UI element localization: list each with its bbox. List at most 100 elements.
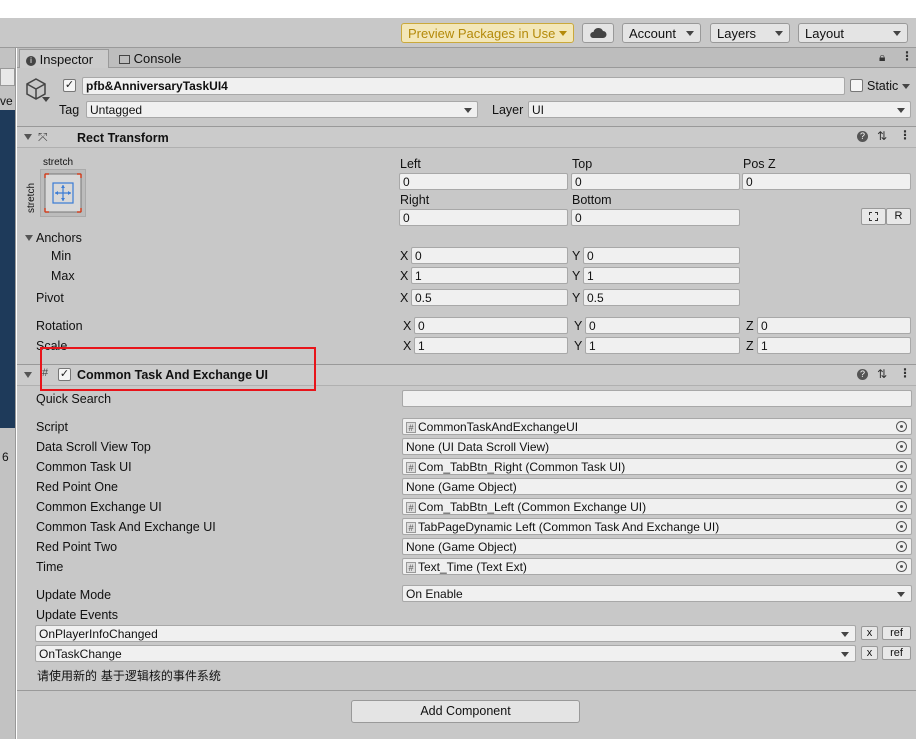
gameobject-name-input[interactable]: pfb&AnniversaryTaskUI4 — [82, 77, 845, 95]
help-icon[interactable]: ? — [857, 131, 868, 142]
anchor-preset-button[interactable] — [40, 169, 86, 217]
rot-z-axis-label: Z — [746, 319, 754, 333]
object-picker-icon[interactable] — [896, 561, 907, 572]
object-picker-icon[interactable] — [896, 441, 907, 452]
event-ref-button[interactable]: ref — [882, 646, 911, 660]
event-remove-button[interactable]: x — [861, 626, 878, 640]
rot-x-axis-label: X — [403, 319, 412, 333]
left-panel-text: ve — [0, 94, 13, 108]
chevron-down-icon — [841, 632, 849, 637]
object-picker-icon[interactable] — [896, 501, 907, 512]
account-dropdown[interactable]: Account — [622, 23, 701, 43]
active-checkbox[interactable]: ✓ — [63, 79, 76, 92]
quick-search-input[interactable] — [402, 390, 912, 407]
left-input[interactable]: 0 — [399, 173, 568, 190]
script-icon: # — [406, 422, 416, 434]
help-icon[interactable]: ? — [857, 369, 868, 380]
common-task-and-exchange-ui-field[interactable]: # TabPageDynamic Left (Common Task And Ex… — [402, 518, 912, 535]
script-field[interactable]: # CommonTaskAndExchangeUI — [402, 418, 912, 435]
chevron-down-icon — [775, 31, 783, 36]
left-panel-number: 6 — [2, 450, 9, 464]
posz-input[interactable]: 0 — [742, 173, 911, 190]
bottom-input[interactable]: 0 — [571, 209, 740, 226]
chevron-down-icon — [464, 108, 472, 113]
kebab-menu-icon[interactable]: ⋮ — [901, 49, 913, 63]
layout-dropdown[interactable]: Layout — [798, 23, 908, 43]
object-picker-icon[interactable] — [896, 461, 907, 472]
rect-transform-title: Rect Transform — [77, 131, 169, 145]
rotation-z-input[interactable]: 0 — [757, 317, 911, 334]
red-point-two-field[interactable]: None (Game Object) — [402, 538, 912, 555]
object-picker-icon[interactable] — [896, 521, 907, 532]
top-input[interactable]: 0 — [571, 173, 740, 190]
anchor-min-y-input[interactable]: 0 — [583, 247, 740, 264]
anchor-max-x-input[interactable]: 1 — [411, 267, 568, 284]
rotation-y-input[interactable]: 0 — [585, 317, 740, 334]
tab-inspector[interactable]: i Inspector — [19, 49, 109, 68]
blueprint-mode-button[interactable] — [861, 208, 886, 225]
field-value: CommonTaskAndExchangeUI — [418, 420, 579, 434]
rotation-x-input[interactable]: 0 — [414, 317, 568, 334]
foldout-arrow-icon[interactable] — [24, 372, 32, 378]
preset-sliders-icon[interactable]: ⇅ — [877, 129, 887, 143]
raw-edit-button[interactable]: R — [886, 208, 911, 225]
bottom-label: Bottom — [572, 193, 612, 207]
event-dropdown[interactable]: OnTaskChange — [35, 645, 856, 662]
lock-icon[interactable]: 🔒︎ — [879, 50, 885, 65]
chevron-down-icon — [893, 31, 901, 36]
data-scroll-view-top-field[interactable]: None (UI Data Scroll View) — [402, 438, 912, 455]
tab-console[interactable]: Console — [113, 49, 193, 68]
scale-z-axis-label: Z — [746, 339, 754, 353]
component-menu-icon[interactable]: ⋮ — [899, 366, 911, 380]
pivot-x-axis-label: X — [400, 291, 409, 305]
foldout-arrow-icon[interactable] — [24, 134, 32, 140]
min-x-axis-label: X — [400, 249, 409, 263]
tab-bar: i Inspector Console 🔒︎ ⋮ — [17, 48, 916, 68]
right-input[interactable]: 0 — [399, 209, 568, 226]
scale-x-input[interactable]: 1 — [414, 337, 568, 354]
field-label: Script — [36, 420, 68, 434]
max-label: Max — [51, 269, 75, 283]
event-ref-button[interactable]: ref — [882, 626, 911, 640]
component-menu-icon[interactable]: ⋮ — [899, 128, 911, 142]
static-dropdown-arrow[interactable] — [902, 84, 910, 89]
left-panel-field[interactable] — [0, 68, 15, 86]
icon-dropdown-arrow[interactable] — [42, 97, 50, 102]
object-picker-icon[interactable] — [896, 481, 907, 492]
scale-y-input[interactable]: 1 — [585, 337, 740, 354]
preview-packages-label: Preview Packages in Use — [408, 26, 556, 41]
update-events-label: Update Events — [36, 608, 118, 622]
preset-sliders-icon[interactable]: ⇅ — [877, 367, 887, 381]
event-dropdown[interactable]: OnPlayerInfoChanged — [35, 625, 856, 642]
anchors-foldout-icon[interactable] — [25, 235, 33, 241]
object-picker-icon[interactable] — [896, 421, 907, 432]
script-icon: # — [406, 522, 416, 534]
add-component-button[interactable]: Add Component — [351, 700, 580, 723]
event-remove-button[interactable]: x — [861, 646, 878, 660]
anchors-label: Anchors — [36, 231, 82, 245]
max-y-axis-label: Y — [572, 269, 581, 283]
object-picker-icon[interactable] — [896, 541, 907, 552]
field-label: Red Point One — [36, 480, 118, 494]
anchor-max-y-input[interactable]: 1 — [583, 267, 740, 284]
pivot-x-input[interactable]: 0.5 — [411, 289, 568, 306]
chevron-down-icon — [841, 652, 849, 657]
common-exchange-ui-field[interactable]: # Com_TabBtn_Left (Common Exchange UI) — [402, 498, 912, 515]
anchor-min-x-input[interactable]: 0 — [411, 247, 568, 264]
static-checkbox[interactable] — [850, 79, 863, 92]
preview-packages-button[interactable]: Preview Packages in Use — [401, 23, 574, 43]
static-label: Static — [867, 79, 899, 93]
tag-dropdown[interactable]: Untagged — [86, 101, 478, 118]
scale-z-input[interactable]: 1 — [757, 337, 911, 354]
update-mode-dropdown[interactable]: On Enable — [402, 585, 912, 602]
red-point-one-field[interactable]: None (Game Object) — [402, 478, 912, 495]
dashed-square-icon — [869, 212, 878, 221]
tag-value: Untagged — [90, 103, 143, 117]
time-field[interactable]: # Text_Time (Text Ext) — [402, 558, 912, 575]
pivot-y-input[interactable]: 0.5 — [583, 289, 740, 306]
layer-dropdown[interactable]: UI — [528, 101, 911, 118]
cloud-button[interactable] — [582, 23, 614, 43]
field-value: None (UI Data Scroll View) — [406, 440, 550, 454]
layers-dropdown[interactable]: Layers — [710, 23, 790, 43]
common-task-ui-field[interactable]: # Com_TabBtn_Right (Common Task UI) — [402, 458, 912, 475]
